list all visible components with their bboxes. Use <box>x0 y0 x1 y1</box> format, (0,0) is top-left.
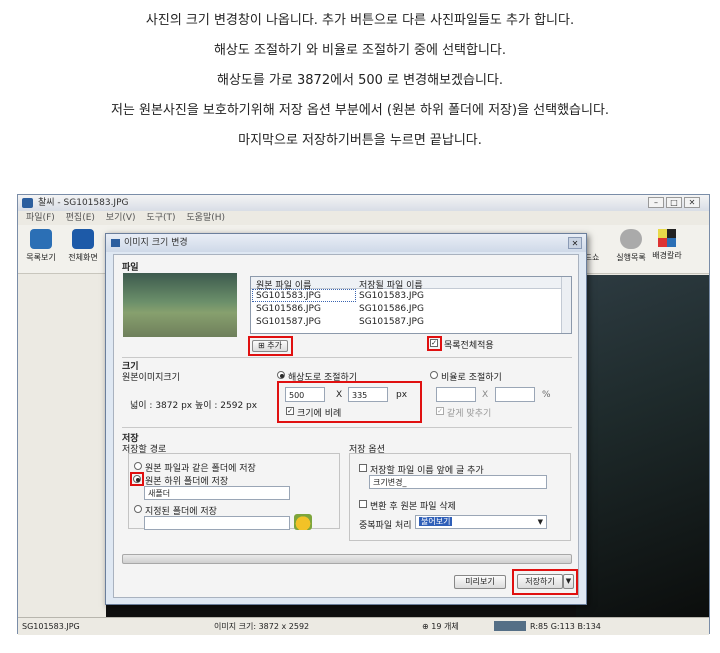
subfolder-radio[interactable] <box>133 475 141 483</box>
subfolder-input[interactable]: 새폴더 <box>144 486 290 500</box>
menu-file[interactable]: 파일(F) <box>26 213 55 223</box>
original-size-label: 원본이미지크기 <box>122 373 180 383</box>
menu-help[interactable]: 도움말(H) <box>186 213 225 223</box>
folder-browse-icon[interactable] <box>294 514 312 530</box>
height-input[interactable]: 335 <box>348 387 388 402</box>
column-saved-name[interactable]: 저장될 파일 이름 <box>359 278 423 291</box>
specified-folder-input[interactable] <box>144 516 290 530</box>
caption-line-4: 저는 원본사진을 보호하기위해 저장 옵션 부분에서 (원본 하위 폴더에 저장… <box>110 103 610 118</box>
caption-line-2: 해상도 조절하기 와 비율로 조절하기 중에 선택합니다. <box>213 43 507 58</box>
duplicate-select[interactable]: 물어보기 ▼ <box>415 515 547 529</box>
ratio-width-input[interactable] <box>436 387 476 402</box>
list-view-button[interactable]: 목록보기 <box>20 229 62 263</box>
equal-label: 같게 맞추기 <box>447 409 492 419</box>
run-list-label: 실행목록 <box>616 253 646 262</box>
run-list-icon <box>620 229 642 249</box>
menu-edit[interactable]: 편집(E) <box>66 213 95 223</box>
list-view-icon <box>30 229 52 249</box>
same-folder-radio[interactable] <box>134 462 142 470</box>
apply-all-checkbox[interactable]: ✓ <box>430 339 438 347</box>
dialog-body: 파일 원본 파일 이름 저장될 파일 이름 SG101583.JPG SG101… <box>113 254 579 598</box>
file-list-scrollbar[interactable] <box>561 277 571 333</box>
delete-original-checkbox[interactable] <box>359 500 367 508</box>
width-input[interactable]: 500 <box>285 387 325 402</box>
equal-checkbox[interactable]: ✓ <box>436 407 444 415</box>
caption-line-1: 사진의 크기 변경창이 나옵니다. 추가 버튼으로 다른 사진파일들도 추가 합… <box>145 13 575 28</box>
plus-icon: ⊞ <box>258 341 268 350</box>
file-section-title: 파일 <box>122 263 139 273</box>
duplicate-selected-value: 물어보기 <box>419 517 453 526</box>
file-list-header: 원본 파일 이름 저장될 파일 이름 <box>251 277 571 291</box>
file-original: SG101583.JPG <box>256 291 321 301</box>
ratio-radio[interactable] <box>430 371 438 379</box>
save-button[interactable]: 저장하기 <box>517 574 563 589</box>
file-original: SG101587.JPG <box>256 317 321 327</box>
app-title-bar: 찰씨 - SG101583.JPG <box>18 195 709 211</box>
file-original: SG101586.JPG <box>256 304 321 314</box>
fullscreen-label: 전체화면 <box>68 253 98 262</box>
dialog-close-button[interactable]: ✕ <box>568 237 582 249</box>
count-icon: ⊕ <box>422 622 432 631</box>
color-swatch <box>494 621 526 631</box>
status-count: ⊕ 19 개체 <box>422 618 459 635</box>
divider <box>122 357 572 358</box>
prefix-input[interactable]: 크기변경_ <box>369 475 547 489</box>
list-view-label: 목록보기 <box>26 253 56 262</box>
times-label: X <box>336 390 343 400</box>
preview-button[interactable]: 미리보기 <box>454 575 506 589</box>
keep-ratio-checkbox[interactable]: ✓ <box>286 407 294 415</box>
duplicate-label: 중복파일 처리 <box>359 521 412 531</box>
close-button[interactable]: ✕ <box>684 197 700 208</box>
caption-line-5: 마지막으로 저장하기버튼을 누르면 끝납니다. <box>238 133 482 148</box>
apply-all-label: 목록전체적용 <box>444 341 494 351</box>
menu-view[interactable]: 보기(V) <box>106 213 136 223</box>
chevron-down-icon: ▼ <box>537 518 543 526</box>
background-color-label: 배경칼라 <box>652 251 682 260</box>
file-row-selected[interactable]: SG101583.JPG <box>252 289 356 302</box>
original-size-value: 넓이 : 3872 px 높이 : 2592 px <box>130 401 258 411</box>
fullscreen-button[interactable]: 전체화면 <box>62 229 104 263</box>
prefix-checkbox[interactable] <box>359 464 367 472</box>
file-saved: SG101583.JPG <box>359 291 424 301</box>
color-grid-icon <box>658 229 676 247</box>
same-folder-label: 원본 파일과 같은 폴더에 저장 <box>145 464 256 474</box>
menu-bar: 파일(F) 편집(E) 보기(V) 도구(T) 도움말(H) <box>18 211 709 225</box>
ratio-times-label: X <box>482 390 489 400</box>
file-saved: SG101586.JPG <box>359 304 424 314</box>
status-filename: SG101583.JPG <box>22 622 80 631</box>
background-color-button[interactable]: 배경칼라 <box>646 229 688 261</box>
dialog-logo-icon <box>111 239 120 247</box>
px-unit: px <box>396 390 408 400</box>
percent-unit: % <box>542 390 551 400</box>
app-logo-icon <box>22 198 33 208</box>
specified-folder-radio[interactable] <box>134 505 142 513</box>
ratio-radio-label: 비율로 조절하기 <box>441 373 502 383</box>
status-rgb: R:85 G:113 B:134 <box>530 622 601 631</box>
photo-thumbnail <box>123 273 237 337</box>
resolution-radio[interactable] <box>277 371 285 379</box>
file-list[interactable]: 원본 파일 이름 저장될 파일 이름 SG101583.JPG SG101583… <box>250 276 572 334</box>
maximize-button[interactable]: □ <box>666 197 682 208</box>
status-image-size: 이미지 크기: 3872 x 2592 <box>214 622 310 631</box>
ratio-height-input[interactable] <box>495 387 535 402</box>
resize-dialog: 이미지 크기 변경 ✕ 파일 원본 파일 이름 저장될 파일 이름 SG1015… <box>105 233 587 605</box>
divider <box>122 427 572 428</box>
menu-tools[interactable]: 도구(T) <box>146 213 175 223</box>
keep-ratio-label: 크기에 비례 <box>297 409 342 419</box>
minimize-button[interactable]: – <box>648 197 664 208</box>
app-title: 찰씨 - SG101583.JPG <box>38 198 129 208</box>
status-count-text: 19 개체 <box>431 622 459 631</box>
caption-line-3: 해상도를 가로 3872에서 500 로 변경해보겠습니다. <box>216 73 503 88</box>
dialog-title-bar: 이미지 크기 변경 <box>106 234 586 252</box>
save-dropdown-button[interactable]: ▼ <box>563 574 574 589</box>
fullscreen-icon <box>72 229 94 249</box>
file-saved: SG101587.JPG <box>359 317 424 327</box>
dialog-title: 이미지 크기 변경 <box>124 238 188 248</box>
delete-original-label: 변환 후 원본 파일 삭제 <box>370 502 456 512</box>
photo-preview <box>576 275 709 618</box>
status-bar: SG101583.JPG 이미지 크기: 3872 x 2592 ⊕ 19 개체… <box>18 617 709 635</box>
add-button-label: 추가 <box>267 341 282 350</box>
progress-bar <box>122 554 572 564</box>
add-button[interactable]: ⊞ 추가 <box>252 340 288 352</box>
